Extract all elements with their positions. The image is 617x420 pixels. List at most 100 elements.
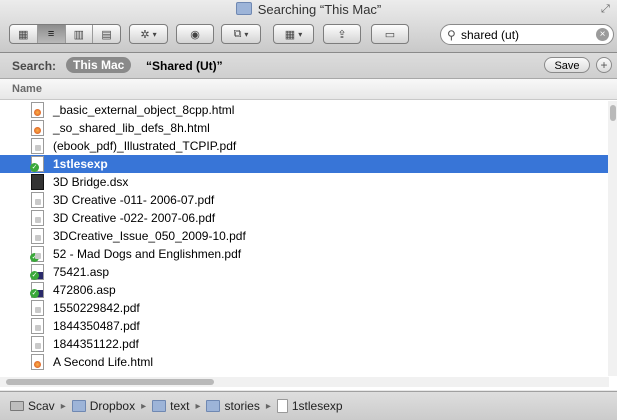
list-view-button[interactable]: ≡: [37, 25, 66, 43]
share-icon: ⇪: [337, 28, 347, 41]
clear-search-icon[interactable]: ×: [596, 28, 609, 41]
search-scope-bar: Search: This Mac “Shared (Ut)” Save +: [0, 53, 617, 79]
arrange-icon: ▦: [284, 28, 296, 41]
path-item[interactable]: Dropbox: [71, 399, 136, 413]
folder-icon: [206, 400, 221, 412]
path-separator-icon: ▸: [265, 400, 271, 412]
asp-file-icon: [30, 282, 44, 298]
pdf-file-icon: [31, 228, 44, 244]
list-item[interactable]: 1stlesexp: [0, 155, 609, 173]
list-item[interactable]: A Second Life.html: [0, 353, 609, 371]
arrange-menu-button[interactable]: ▦ ▾: [273, 24, 314, 44]
vertical-scroll-thumb[interactable]: [610, 105, 616, 121]
list-item-name: 3D Bridge.dsx: [53, 175, 129, 189]
pdf-file-icon: [31, 210, 44, 226]
icon-view-icon: ▦: [18, 28, 29, 41]
window-title: Searching “This Mac”: [0, 2, 617, 17]
dropbox-icon: ⧉: [233, 27, 242, 40]
path-item[interactable]: Scav: [10, 399, 55, 413]
dsx-file-icon: [31, 174, 44, 190]
list-item-name: _so_shared_lib_defs_8h.html: [53, 121, 210, 135]
list-item-name: 1844351122.pdf: [53, 337, 139, 351]
window-title-text: Searching “This Mac”: [257, 2, 382, 17]
asp-file-icon: [30, 264, 44, 280]
pdf-file-icon: [30, 246, 44, 262]
column-header-name[interactable]: Name: [0, 79, 617, 100]
list-item[interactable]: 1550229842.pdf: [0, 299, 609, 317]
list-item[interactable]: _so_shared_lib_defs_8h.html: [0, 119, 609, 137]
list-item-name: 3D Creative -011- 2006-07.pdf: [53, 193, 215, 207]
list-item[interactable]: 3D Creative -011- 2006-07.pdf: [0, 191, 609, 209]
smart-folder-icon: [235, 2, 252, 15]
list-item-name: 472806.asp: [53, 283, 116, 297]
list-item[interactable]: 3D Bridge.dsx: [0, 173, 609, 191]
action-menu-button[interactable]: ✲ ▾: [129, 24, 168, 44]
path-item-label: text: [170, 399, 190, 413]
list-item[interactable]: _basic_external_object_8cpp.html: [0, 101, 609, 119]
folder-icon: [71, 400, 86, 412]
list-item-name: (ebook_pdf)_Illustrated_TCPIP.pdf: [53, 139, 237, 153]
column-view-button[interactable]: ▥: [66, 25, 94, 43]
share-button[interactable]: ⇪: [323, 24, 361, 44]
list-item-name: 1stlesexp: [53, 157, 108, 171]
list-view-icon: ≡: [47, 28, 55, 40]
html-file-icon: [31, 102, 44, 118]
search-field[interactable]: ⚲ shared (ut) ×: [440, 24, 614, 45]
horizontal-scroll-thumb[interactable]: [6, 379, 214, 385]
save-search-button[interactable]: Save: [544, 57, 590, 73]
coverflow-view-button[interactable]: ▤: [93, 25, 120, 43]
horizontal-scrollbar[interactable]: [0, 377, 609, 387]
scope-search-term-button[interactable]: “Shared (Ut)”: [146, 59, 223, 73]
list-item[interactable]: 52 - Mad Dogs and Englishmen.pdf: [0, 245, 609, 263]
search-input[interactable]: shared (ut): [461, 28, 519, 42]
list-item-name: 52 - Mad Dogs and Englishmen.pdf: [53, 247, 242, 261]
tag-icon: ▭: [384, 28, 396, 41]
icon-view-button[interactable]: ▦: [10, 25, 38, 43]
list-item[interactable]: 3D Creative -022- 2007-06.pdf: [0, 209, 609, 227]
pdf-file-icon: [31, 138, 44, 154]
vertical-scrollbar[interactable]: [608, 101, 617, 376]
list-item[interactable]: 1844350487.pdf: [0, 317, 609, 335]
list-item-name: 1844350487.pdf: [53, 319, 140, 333]
list-item[interactable]: 3DCreative_Issue_050_2009-10.pdf: [0, 227, 609, 245]
search-icon: ⚲: [447, 28, 456, 42]
path-separator-icon: ▸: [60, 400, 66, 412]
list-item[interactable]: 1844351122.pdf: [0, 335, 609, 353]
pdf-file-icon: [31, 318, 44, 334]
path-bar: Scav ▸ Dropbox ▸ text ▸ stories ▸ 1stlesexp: [0, 391, 617, 420]
add-criteria-button[interactable]: +: [596, 57, 612, 73]
path-separator-icon: ▸: [141, 400, 147, 412]
gear-icon: ✲: [140, 28, 150, 41]
path-item[interactable]: stories: [206, 399, 260, 413]
window-toolbar: Searching “This Mac” ⤢ ▦ ≡ ▥ ▤ ✲ ▾ ◉ ⧉ ▾ ▦…: [0, 0, 617, 53]
column-view-icon: ▥: [73, 28, 85, 41]
quick-look-button[interactable]: ◉: [176, 24, 214, 44]
html-file-icon: [31, 354, 44, 370]
path-item[interactable]: 1stlesexp: [276, 399, 343, 413]
path-item[interactable]: text: [152, 399, 189, 413]
pdf-file-icon: [31, 300, 44, 316]
list-item[interactable]: 75421.asp: [0, 263, 609, 281]
scope-this-mac-button[interactable]: This Mac: [66, 57, 132, 73]
fullscreen-icon[interactable]: ⤢: [601, 3, 613, 15]
list-item[interactable]: 472806.asp: [0, 281, 609, 299]
list-item-name: 75421.asp: [53, 265, 110, 279]
eye-icon: ◉: [190, 28, 200, 41]
path-item-label: Dropbox: [89, 399, 136, 413]
list-item[interactable]: (ebook_pdf)_Illustrated_TCPIP.pdf: [0, 137, 609, 155]
pdf-file-icon: [31, 192, 44, 208]
view-mode-control: ▦ ≡ ▥ ▤: [9, 24, 121, 44]
document-file-icon: [30, 156, 44, 172]
file-list: Name _basic_external_object_8cpp.html _so…: [0, 79, 617, 390]
dropbox-menu-button[interactable]: ⧉ ▾: [221, 24, 261, 44]
tags-button[interactable]: ▭: [371, 24, 409, 44]
path-item-label: Scav: [28, 399, 55, 413]
list-item-name: _basic_external_object_8cpp.html: [53, 103, 235, 117]
file-icon: [276, 399, 288, 413]
path-item-label: stories: [224, 399, 260, 413]
list-item-name: 3DCreative_Issue_050_2009-10.pdf: [53, 229, 246, 243]
pdf-file-icon: [31, 336, 44, 352]
chevron-down-icon: ▾: [244, 29, 249, 39]
folder-icon: [152, 400, 167, 412]
column-header-label: Name: [12, 83, 42, 95]
